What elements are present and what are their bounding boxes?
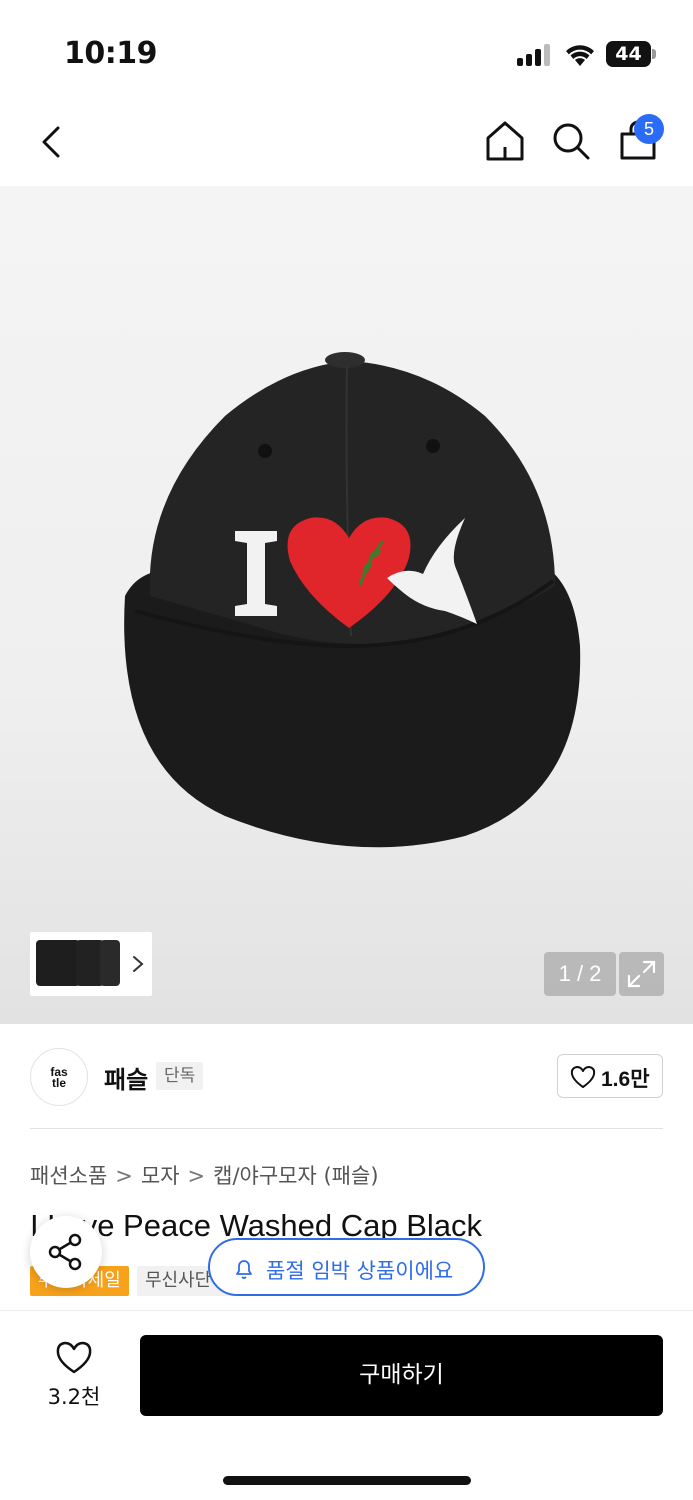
page-indicator: 1 / 2 [544,952,616,996]
brand-logo[interactable]: fas tle [30,1048,88,1106]
bottom-action-bar: 3.2천 구매하기 [0,1310,693,1500]
status-bar: 10:19 44 [0,0,693,100]
cellular-signal-icon [517,44,553,66]
chevron-left-icon[interactable] [30,120,74,164]
toast-text: 품절 임박 상품이에요 [266,1259,454,1283]
breadcrumb-item[interactable]: 캡/야구모자 (패슬) [213,1164,378,1188]
home-icon[interactable] [482,118,528,164]
brand-like-button[interactable]: 1.6만 [557,1054,663,1098]
top-nav [0,100,693,186]
wifi-icon [566,45,594,66]
product-image [124,352,581,848]
battery-icon: 44 [606,41,656,67]
brand-like-count: 1.6만 [601,1068,650,1091]
wishlist-button[interactable]: 3.2천 [30,1335,118,1415]
search-icon[interactable] [548,118,594,164]
home-indicator [223,1476,471,1485]
battery-level: 44 [606,41,651,67]
status-time: 10:19 [64,36,158,71]
breadcrumb-item[interactable]: 모자 [141,1164,180,1188]
thumbnail-3[interactable] [100,940,120,986]
buy-button[interactable]: 구매하기 [140,1335,663,1416]
wishlist-count: 3.2천 [47,1385,101,1409]
cart-count-badge: 5 [634,114,664,144]
share-icon[interactable] [30,1216,102,1288]
expand-icon[interactable] [619,952,664,996]
brand-row[interactable]: fas tle 패슬 단독 1.6만 [0,1024,693,1129]
breadcrumb-item[interactable]: 패션소품 [30,1164,107,1188]
brand-name[interactable]: 패슬 [104,1060,148,1095]
thumbnail-1[interactable] [36,940,80,986]
divider [30,1128,663,1129]
heart-icon [56,1341,92,1374]
thumbnail-strip[interactable] [30,932,152,996]
chevron-right-icon: > [115,1164,133,1188]
exclusive-badge: 단독 [156,1062,204,1090]
chevron-right-icon[interactable] [128,952,148,976]
low-stock-toast[interactable]: 품절 임박 상품이에요 [208,1238,485,1296]
heart-icon [570,1066,596,1088]
breadcrumb: 패션소품 > 모자 > 캡/야구모자 (패슬) [30,1160,379,1190]
bell-icon [236,1260,252,1279]
product-image-gallery[interactable]: 1 / 2 [0,186,693,1024]
chevron-right-icon: > [187,1164,206,1188]
